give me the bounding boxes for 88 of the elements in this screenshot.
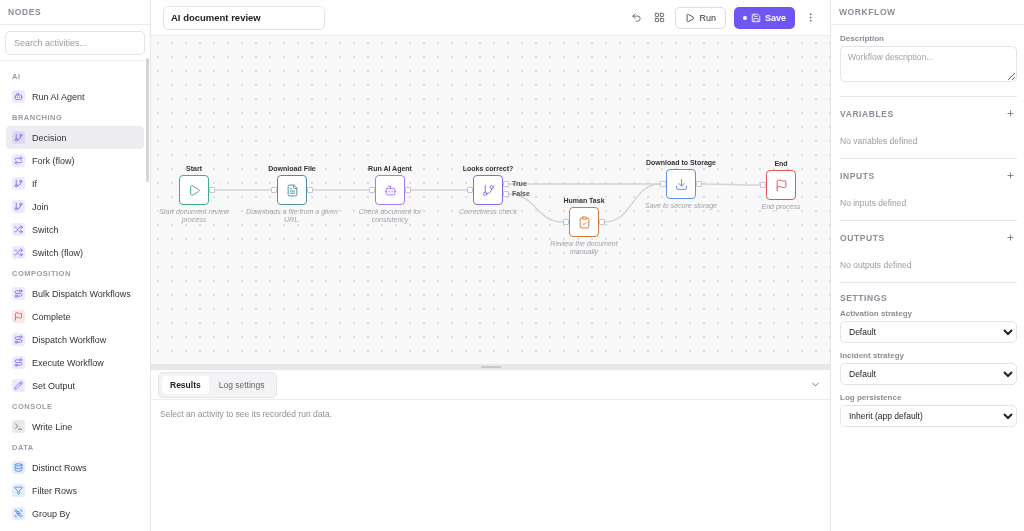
field-label: Log persistence bbox=[840, 393, 903, 402]
port-handle[interactable] bbox=[660, 181, 666, 187]
branch-icon bbox=[12, 200, 25, 213]
add-icon[interactable] bbox=[1004, 107, 1017, 120]
port-handle[interactable] bbox=[271, 187, 277, 193]
group-icon bbox=[12, 507, 25, 520]
panel-tab[interactable]: Results bbox=[162, 375, 209, 394]
description-field[interactable]: Workflow description... bbox=[840, 46, 1017, 82]
activity-item[interactable]: Switch (flow) bbox=[6, 241, 144, 264]
pencil-icon bbox=[12, 379, 25, 392]
section-title: INPUTS bbox=[840, 170, 875, 181]
activity-node[interactable] bbox=[666, 169, 696, 199]
empty-message: No inputs defined bbox=[840, 198, 908, 208]
activity-item[interactable]: If bbox=[6, 172, 144, 195]
document-icon bbox=[285, 183, 299, 197]
add-icon[interactable] bbox=[1004, 231, 1017, 244]
save-button[interactable]: Save bbox=[733, 6, 795, 29]
activity-item[interactable]: Group By bbox=[6, 502, 144, 525]
activity-node[interactable] bbox=[766, 170, 796, 200]
robot-icon bbox=[383, 183, 397, 197]
flag-icon bbox=[774, 178, 788, 192]
port-handle[interactable] bbox=[760, 182, 766, 188]
port-handle[interactable] bbox=[696, 181, 702, 187]
activity-item[interactable]: Execute Workflow bbox=[6, 351, 144, 374]
activity-node[interactable] bbox=[473, 175, 503, 205]
clipboard-check-icon bbox=[577, 215, 591, 229]
select-field[interactable]: Default bbox=[840, 363, 1017, 385]
activity-item[interactable]: Set Output bbox=[6, 374, 144, 397]
flag-icon bbox=[12, 310, 25, 323]
connector-line bbox=[701, 183, 761, 186]
field-label: Description bbox=[840, 34, 885, 43]
field-label: Incident strategy bbox=[840, 351, 905, 360]
activity-node[interactable] bbox=[375, 175, 405, 205]
port-handle[interactable] bbox=[405, 187, 411, 193]
shuffle-icon bbox=[12, 223, 25, 236]
download-icon bbox=[674, 177, 688, 191]
resize-handle[interactable] bbox=[151, 364, 830, 370]
route-icon bbox=[12, 333, 25, 346]
activity-item[interactable]: Run AI Agent bbox=[6, 85, 144, 108]
activity-item[interactable]: Join bbox=[6, 195, 144, 218]
search-field[interactable]: Search activities... bbox=[5, 31, 145, 55]
activity-node[interactable] bbox=[179, 175, 209, 205]
activity-node[interactable] bbox=[569, 207, 599, 237]
activity-item[interactable]: Filter Rows bbox=[6, 479, 144, 502]
route-icon bbox=[12, 356, 25, 369]
activity-item[interactable]: Distinct Rows bbox=[6, 456, 144, 479]
bot-icon bbox=[12, 90, 25, 103]
section-title: SETTINGS bbox=[840, 293, 889, 303]
activity-node[interactable] bbox=[277, 175, 307, 205]
panel-tab[interactable]: Log settings bbox=[210, 375, 273, 394]
activity-item[interactable]: Bulk Dispatch Workflows bbox=[6, 282, 144, 305]
port-handle[interactable] bbox=[599, 219, 605, 225]
empty-message: No variables defined bbox=[840, 136, 919, 146]
panel-title: NODES bbox=[8, 7, 42, 17]
activity-item[interactable]: Decision bbox=[6, 126, 144, 149]
terminal-icon bbox=[12, 420, 25, 433]
play-icon bbox=[187, 183, 201, 197]
port-handle[interactable] bbox=[307, 187, 313, 193]
port-handle[interactable] bbox=[467, 187, 473, 193]
section-title: OUTPUTS bbox=[840, 232, 885, 243]
activity-item[interactable]: Fork (flow) bbox=[6, 149, 144, 172]
port-handle[interactable] bbox=[563, 219, 569, 225]
field-label: Activation strategy bbox=[840, 309, 914, 318]
port-handle[interactable] bbox=[209, 187, 215, 193]
repeat-icon bbox=[12, 154, 25, 167]
shuffle-icon bbox=[12, 246, 25, 259]
play-icon bbox=[685, 12, 696, 23]
activity-item[interactable]: Dispatch Workflow bbox=[6, 328, 144, 351]
branch-icon bbox=[12, 131, 25, 144]
database-icon bbox=[12, 461, 25, 474]
branch-icon bbox=[481, 183, 495, 197]
port-handle[interactable] bbox=[369, 187, 375, 193]
filter-icon bbox=[12, 484, 25, 497]
branch-icon bbox=[12, 177, 25, 190]
section-title: VARIABLES bbox=[840, 108, 894, 119]
empty-message: No outputs defined bbox=[840, 260, 913, 270]
route-icon bbox=[12, 287, 25, 300]
add-icon[interactable] bbox=[1004, 169, 1017, 182]
activity-item[interactable]: Complete bbox=[6, 305, 144, 328]
select-field[interactable]: Default bbox=[840, 321, 1017, 343]
activity-item[interactable]: Switch bbox=[6, 218, 144, 241]
workflow-title-field[interactable]: AI document review bbox=[163, 5, 325, 30]
empty-message: Select an activity to see its recorded run data. bbox=[159, 408, 333, 421]
activity-item[interactable]: Write Line bbox=[6, 415, 144, 438]
select-field[interactable]: Inherit (app default) bbox=[840, 405, 1017, 427]
run-button[interactable]: Run bbox=[675, 6, 726, 29]
panel-title: WORKFLOW bbox=[839, 7, 896, 17]
save-icon bbox=[750, 12, 761, 23]
